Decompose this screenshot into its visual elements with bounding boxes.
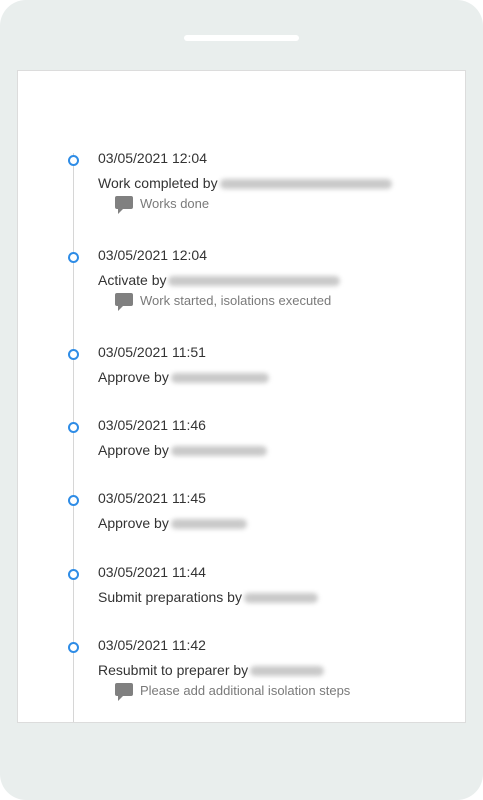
redacted-user (243, 593, 318, 604)
redacted-user (170, 373, 269, 384)
entry-action: Approve by (98, 515, 169, 531)
entry-action-line: Work completed by (98, 175, 392, 191)
entry-date: 03/05/2021 11:46 (98, 417, 206, 433)
entry-date: 03/05/2021 11:51 (98, 344, 206, 360)
entry-comment: Please add additional isolation steps (115, 683, 351, 702)
redacted-user (168, 276, 341, 287)
entry-action: Approve by (98, 369, 169, 385)
timeline-dot-icon (68, 349, 79, 360)
timeline-dot-icon (68, 495, 79, 506)
entry-action-line: Approve by (98, 369, 269, 385)
timeline-line (73, 153, 74, 722)
entry-action: Approve by (98, 442, 169, 458)
comment-text: Works done (140, 196, 210, 211)
timeline-dot-icon (68, 155, 79, 166)
timeline-dot-icon (68, 422, 79, 433)
timeline-dot-icon (68, 642, 79, 653)
comment-icon (115, 196, 133, 215)
entry-action-line: Submit preparations by (98, 589, 318, 605)
redacted-user (170, 446, 267, 457)
entry-date: 03/05/2021 11:42 (98, 637, 206, 653)
entry-date: 03/05/2021 12:04 (98, 247, 207, 263)
entry-action-line: Activate by (98, 272, 341, 288)
entry-comment: Work started, isolations executed (115, 293, 332, 312)
entry-action-line: Resubmit to preparer by (98, 662, 325, 678)
entry-date: 03/05/2021 11:45 (98, 490, 206, 506)
comment-icon (115, 683, 133, 702)
redacted-user (250, 666, 325, 677)
redacted-user (219, 179, 392, 190)
entry-action-line: Approve by (98, 515, 247, 531)
phone-speaker (184, 35, 299, 41)
entry-action-line: Approve by (98, 442, 267, 458)
timeline-dot-icon (68, 252, 79, 263)
entry-date: 03/05/2021 11:44 (98, 564, 206, 580)
entry-date: 03/05/2021 12:04 (98, 150, 207, 166)
comment-text: Work started, isolations executed (140, 293, 332, 308)
entry-action: Submit preparations by (98, 589, 242, 605)
timeline-dot-icon (68, 569, 79, 580)
comment-text: Please add additional isolation steps (140, 683, 351, 698)
entry-comment: Works done (115, 196, 210, 215)
redacted-user (170, 519, 247, 530)
entry-action: Resubmit to preparer by (98, 662, 249, 678)
history-screen[interactable]: 03/05/2021 12:04 Work completed by Works… (17, 70, 466, 723)
entry-action: Work completed by (98, 175, 218, 191)
comment-icon (115, 293, 133, 312)
entry-action: Activate by (98, 272, 167, 288)
phone-frame: 03/05/2021 12:04 Work completed by Works… (0, 0, 483, 800)
